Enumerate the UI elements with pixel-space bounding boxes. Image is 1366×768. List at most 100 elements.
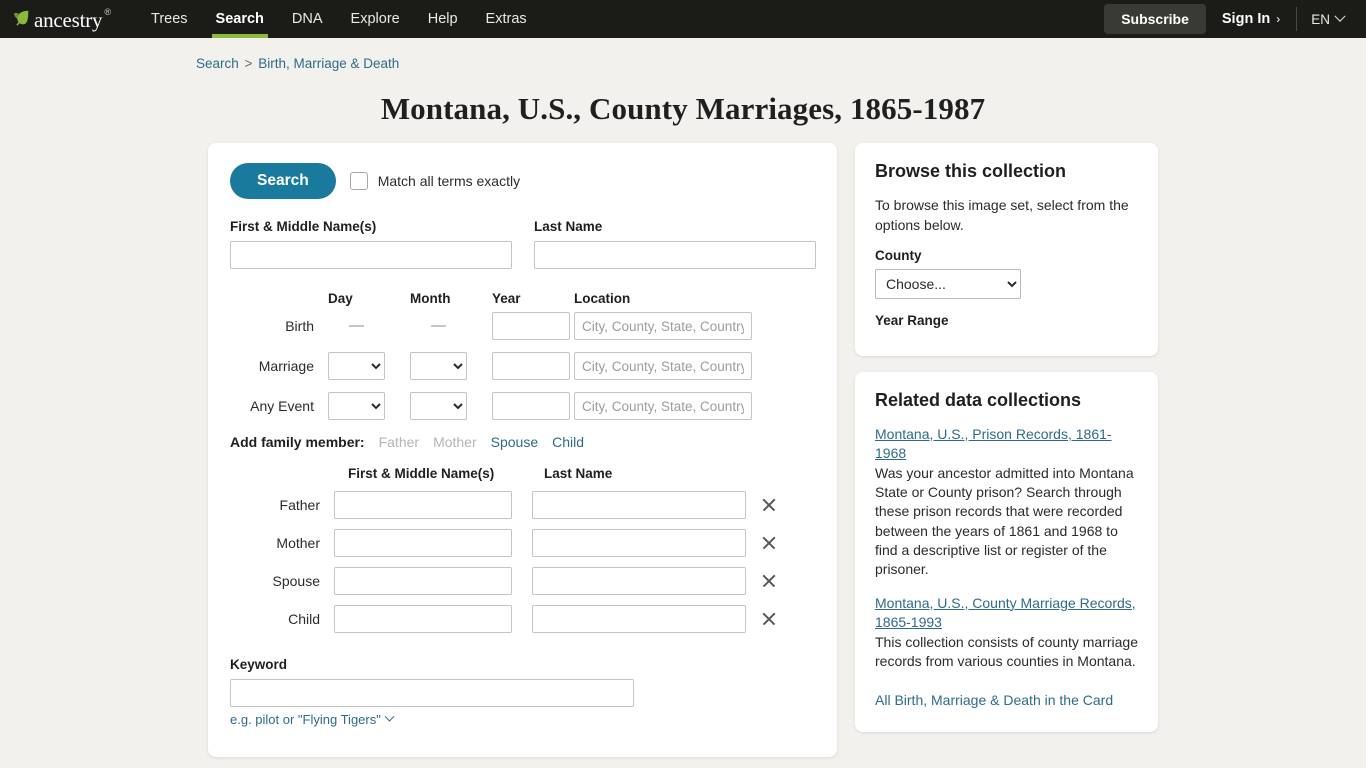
breadcrumb: Search > Birth, Marriage & Death xyxy=(0,38,1366,71)
search-button[interactable]: Search xyxy=(230,163,336,199)
birth-year-input[interactable] xyxy=(492,312,570,340)
family-header-spacer xyxy=(230,466,348,481)
mother-last-name-input[interactable] xyxy=(532,529,746,557)
spouse-first-name-input[interactable] xyxy=(334,567,512,595)
child-first-name-input[interactable] xyxy=(334,605,512,633)
birth-location-input[interactable] xyxy=(574,312,752,340)
nav-item-search[interactable]: Search xyxy=(202,0,278,38)
event-row-birth: Birth — — xyxy=(230,312,815,340)
sidebar: Browse this collection To browse this im… xyxy=(855,143,1158,733)
related-collection-item: Montana, U.S., Prison Records, 1861-1968… xyxy=(875,425,1138,580)
page-body: Search Match all terms exactly First & M… xyxy=(0,127,1366,757)
search-form-card: Search Match all terms exactly First & M… xyxy=(208,143,837,757)
browse-collection-card: Browse this collection To browse this im… xyxy=(855,143,1158,356)
county-select[interactable]: Choose... xyxy=(875,268,1021,299)
first-name-field-group: First & Middle Name(s) xyxy=(230,219,512,269)
family-column-headers: First & Middle Name(s) Last Name xyxy=(230,466,815,481)
nav-item-explore[interactable]: Explore xyxy=(337,0,414,38)
page-title: Montana, U.S., County Marriages, 1865-19… xyxy=(380,91,986,126)
last-name-label: Last Name xyxy=(534,219,603,234)
spouse-last-name-input[interactable] xyxy=(532,567,746,595)
close-icon-remove-mother[interactable] xyxy=(760,534,778,552)
family-label-spouse: Spouse xyxy=(272,573,320,589)
nav-item-trees[interactable]: Trees xyxy=(137,0,202,38)
first-name-label: First & Middle Name(s) xyxy=(230,219,377,234)
event-row-marriage: Marriage xyxy=(230,352,815,380)
search-actions-row: Search Match all terms exactly xyxy=(230,163,815,199)
family-label-mother: Mother xyxy=(276,535,320,551)
birth-month-placeholder: — xyxy=(431,317,446,334)
event-row-any-event: Any Event xyxy=(230,392,815,420)
any-event-month-select[interactable] xyxy=(410,392,467,420)
last-name-field-group: Last Name xyxy=(534,219,816,269)
keyword-hint-toggle[interactable]: e.g. pilot or "Flying Tigers" xyxy=(230,711,815,727)
all-bmd-card-catalog-link[interactable]: All Birth, Marriage & Death in the Card xyxy=(875,691,1138,710)
add-family-link-mother: Mother xyxy=(433,434,477,450)
keyword-hint-label: e.g. pilot or "Flying Tigers" xyxy=(230,712,381,727)
close-icon-remove-child[interactable] xyxy=(760,610,778,628)
related-collection-item: Montana, U.S., County Marriage Records, … xyxy=(875,594,1138,672)
any-event-year-input[interactable] xyxy=(492,392,570,420)
family-row-child: Child xyxy=(230,605,815,633)
marriage-day-select[interactable] xyxy=(328,352,385,380)
event-header-year: Year xyxy=(492,291,521,306)
event-label-marriage: Marriage xyxy=(258,358,314,374)
family-row-spouse: Spouse xyxy=(230,567,815,595)
year-range-label: Year Range xyxy=(875,312,949,328)
last-name-input[interactable] xyxy=(534,241,816,269)
match-exact-toggle[interactable]: Match all terms exactly xyxy=(349,172,520,190)
family-label-father: Father xyxy=(279,497,320,513)
chevron-down-icon xyxy=(384,711,395,722)
close-icon-remove-spouse[interactable] xyxy=(760,572,778,590)
breadcrumb-link-bmd[interactable]: Birth, Marriage & Death xyxy=(258,56,399,71)
father-last-name-input[interactable] xyxy=(532,491,746,519)
keyword-input[interactable] xyxy=(230,679,634,707)
match-exact-checkbox[interactable] xyxy=(349,172,368,190)
family-row-father: Father xyxy=(230,491,815,519)
event-label-birth: Birth xyxy=(285,318,314,334)
child-last-name-input[interactable] xyxy=(532,605,746,633)
first-name-input[interactable] xyxy=(230,241,512,269)
event-header-day: Day xyxy=(328,291,353,306)
language-label: EN xyxy=(1311,11,1330,27)
breadcrumb-separator: > xyxy=(244,56,253,71)
nav-item-dna[interactable]: DNA xyxy=(278,0,337,38)
name-fields-row: First & Middle Name(s) Last Name xyxy=(230,219,816,269)
marriage-month-select[interactable] xyxy=(410,352,467,380)
brand-trademark: ® xyxy=(104,7,112,17)
related-collection-link-prison[interactable]: Montana, U.S., Prison Records, 1861-1968 xyxy=(875,426,1112,461)
related-collection-link-marriage[interactable]: Montana, U.S., County Marriage Records, … xyxy=(875,595,1136,630)
family-row-mother: Mother xyxy=(230,529,815,557)
subscribe-button[interactable]: Subscribe xyxy=(1104,4,1206,34)
county-label: County xyxy=(875,247,922,263)
add-family-link-child[interactable]: Child xyxy=(552,434,584,450)
add-family-link-spouse[interactable]: Spouse xyxy=(491,434,538,450)
marriage-location-input[interactable] xyxy=(574,352,752,380)
event-column-headers: Day Month Year Location xyxy=(230,291,815,306)
browse-collection-heading: Browse this collection xyxy=(875,161,1067,181)
close-icon-remove-father[interactable] xyxy=(760,496,778,514)
nav-item-help[interactable]: Help xyxy=(414,0,472,38)
any-event-location-input[interactable] xyxy=(574,392,752,420)
sign-in-label: Sign In xyxy=(1221,11,1271,27)
nav-item-extras[interactable]: Extras xyxy=(472,0,541,38)
nav-right-group: Subscribe Sign In › EN xyxy=(1104,0,1352,38)
related-collections-card: Related data collections Montana, U.S., … xyxy=(855,371,1158,733)
mother-first-name-input[interactable] xyxy=(334,529,512,557)
ancestry-logo[interactable]: ancestry ® xyxy=(10,7,112,30)
event-fields-section: Day Month Year Location Birth — — Marria… xyxy=(230,291,815,420)
related-collections-heading: Related data collections xyxy=(875,389,1082,410)
language-selector[interactable]: EN xyxy=(1297,10,1352,27)
marriage-year-input[interactable] xyxy=(492,352,570,380)
add-family-member-row: Add family member: Father Mother Spouse … xyxy=(230,434,815,450)
breadcrumb-link-search[interactable]: Search xyxy=(196,56,239,71)
event-header-month: Month xyxy=(410,291,451,306)
add-family-link-father: Father xyxy=(378,434,420,450)
top-navigation-bar: ancestry ® Trees Search DNA Explore Help… xyxy=(0,0,1366,38)
father-first-name-input[interactable] xyxy=(334,491,512,519)
any-event-day-select[interactable] xyxy=(328,392,385,420)
family-header-first-name: First & Middle Name(s) xyxy=(348,466,495,481)
chevron-down-icon xyxy=(1334,10,1346,22)
main-nav-links: Trees Search DNA Explore Help Extras xyxy=(137,0,541,38)
sign-in-button[interactable]: Sign In › xyxy=(1206,11,1296,27)
